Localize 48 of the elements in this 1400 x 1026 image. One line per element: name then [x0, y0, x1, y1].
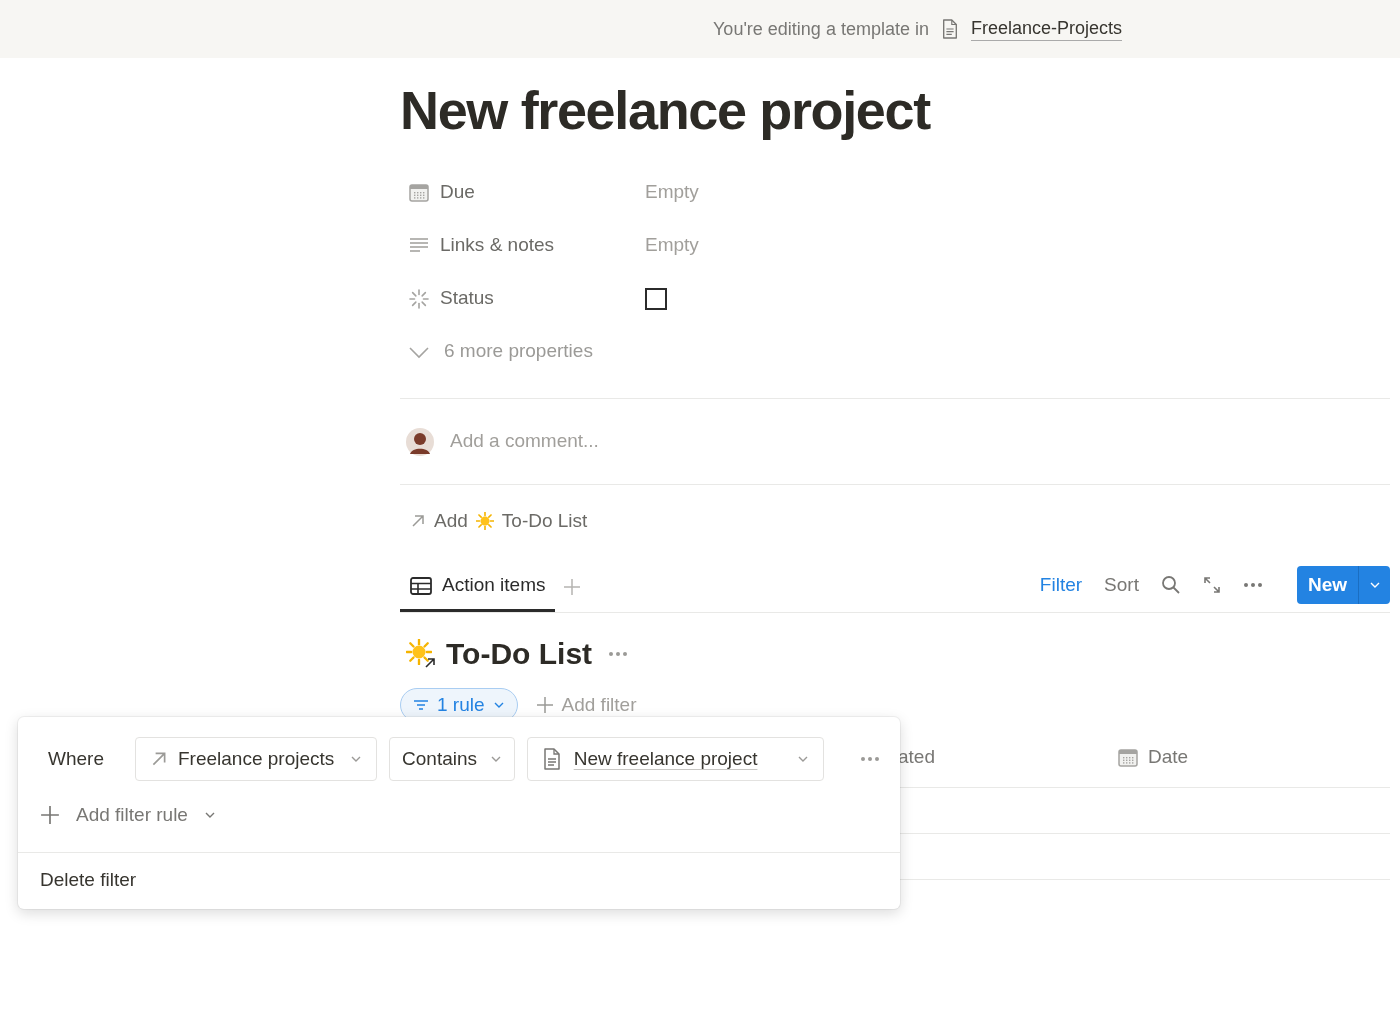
banner-text: You're editing a template in [713, 17, 929, 41]
expand-icon[interactable] [1202, 576, 1221, 594]
toolbar-button[interactable]: Filter [1039, 570, 1083, 600]
property-value[interactable]: Empty [645, 178, 699, 207]
page-title: New freelance project [400, 79, 932, 142]
plus-icon [40, 805, 60, 826]
property-label: Links & notes [440, 233, 555, 258]
template-link[interactable]: Freelance-Projects [970, 17, 1122, 41]
add-filter-button[interactable]: Add filter [535, 690, 637, 720]
filter-icon [413, 699, 429, 711]
view-tab[interactable]: Action items [400, 562, 556, 612]
status-icon [408, 287, 430, 310]
search-icon[interactable] [1160, 575, 1181, 595]
new-button[interactable]: New [1296, 566, 1358, 604]
value-select[interactable]: New freelance project [526, 737, 824, 781]
database-title: To-Do List [446, 636, 593, 672]
sun-icon [406, 638, 432, 665]
property-select[interactable]: Freelance projects [134, 737, 378, 781]
comment-field[interactable]: Add a comment... [450, 427, 950, 456]
status-checkbox[interactable] [645, 287, 667, 310]
toolbar-button[interactable]: Sort [1104, 570, 1139, 600]
more-properties-toggle[interactable]: 6 more properties [400, 325, 1390, 378]
add-filter-rule-button[interactable]: Add filter rule [40, 801, 216, 830]
add-relation-link[interactable]: Add To-Do List [400, 509, 588, 533]
more-icon[interactable] [1242, 582, 1263, 588]
plus-icon [563, 578, 582, 596]
operator-select[interactable]: Contains [389, 737, 515, 781]
text-lines-icon [409, 237, 429, 254]
column-header[interactable]: Date [1148, 743, 1189, 772]
property-value[interactable]: Empty [645, 231, 699, 260]
link-arrow-icon [424, 656, 436, 669]
delete-filter-button[interactable]: Delete filter [18, 852, 159, 909]
document-icon [940, 19, 959, 39]
sun-icon [475, 512, 494, 530]
plus-icon [535, 696, 554, 714]
calendar-icon [409, 183, 429, 202]
more-icon[interactable] [608, 650, 629, 657]
column-header[interactable]: ated [898, 743, 935, 772]
more-icon[interactable] [860, 756, 880, 762]
where-label: Where [47, 746, 105, 771]
avatar [406, 427, 434, 456]
document-icon [541, 748, 562, 770]
chevron-down-icon [408, 344, 430, 359]
arrow-up-right-icon [410, 513, 426, 529]
property-label: Status [440, 286, 494, 311]
table-icon [410, 576, 432, 595]
calendar-icon [1118, 748, 1138, 767]
property-label: Due [440, 180, 475, 205]
